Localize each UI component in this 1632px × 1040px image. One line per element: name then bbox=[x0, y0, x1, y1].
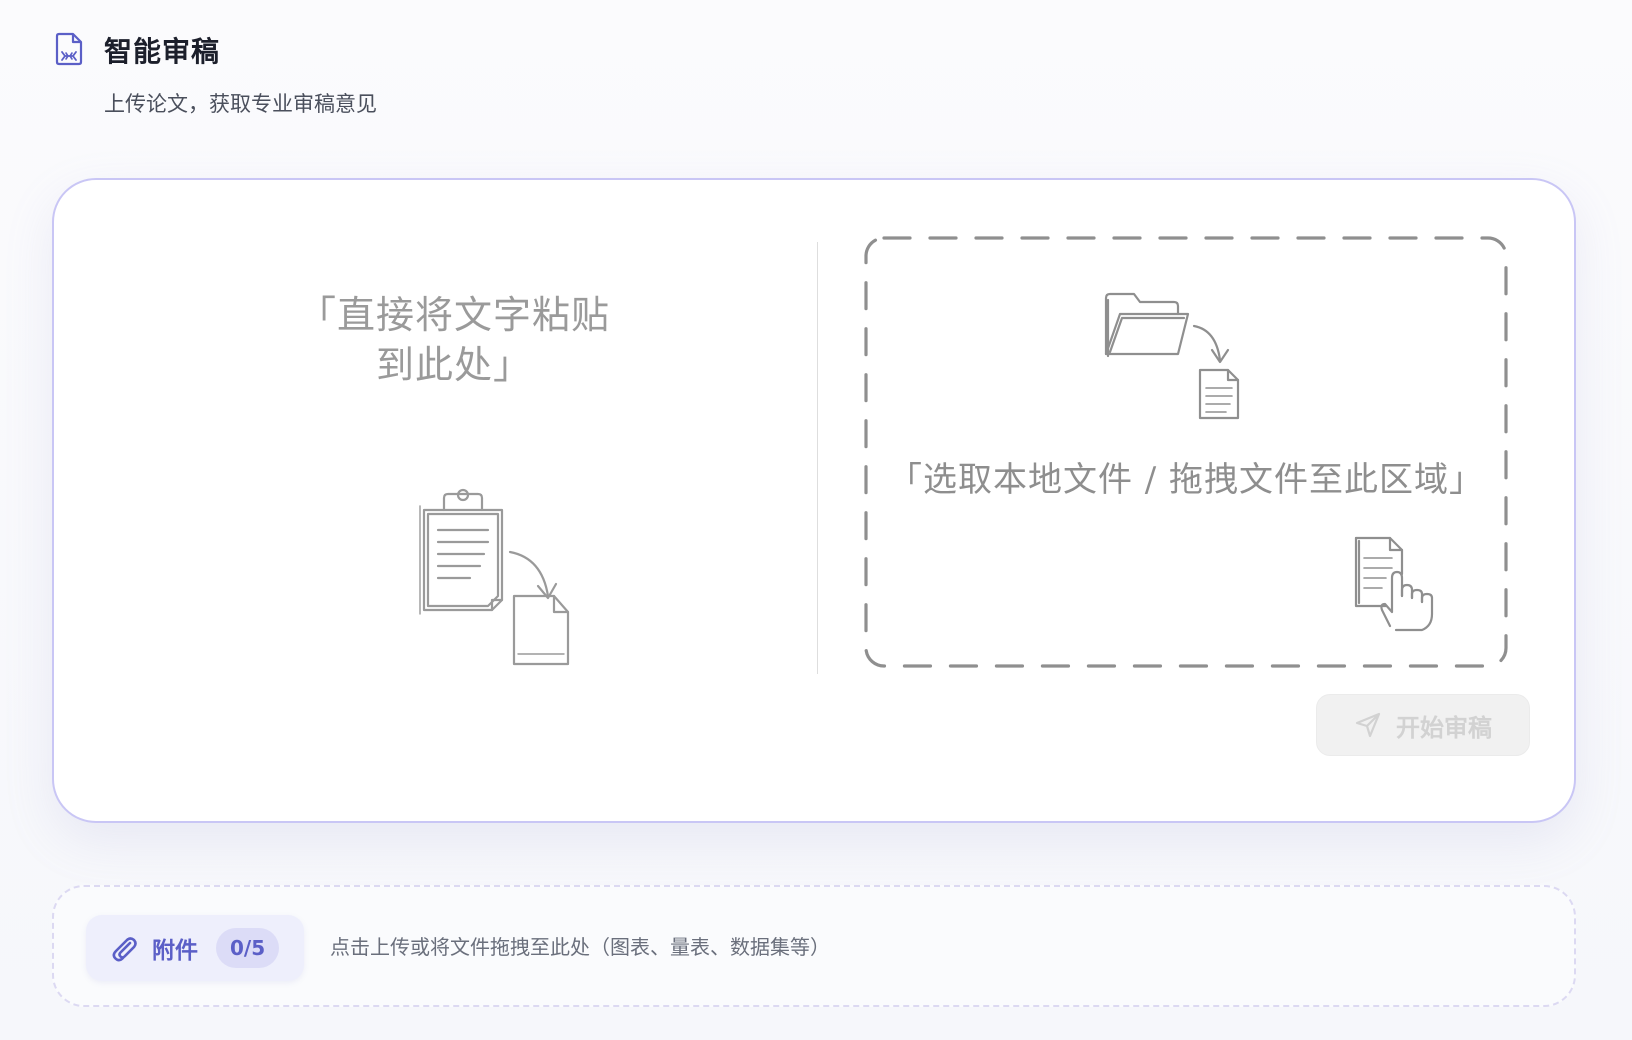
paste-prompt-line2: 到此处」 bbox=[375, 343, 532, 387]
paste-prompt: 「直接将文字粘贴 到此处」 bbox=[114, 290, 794, 390]
folder-to-file-icon bbox=[1104, 292, 1240, 420]
send-icon bbox=[1355, 712, 1381, 738]
page-title: 智能审稿 bbox=[104, 35, 221, 68]
file-click-icon bbox=[1354, 536, 1434, 632]
paperclip-icon bbox=[112, 937, 137, 962]
review-input-card: 「直接将文字粘贴 到此处」 「选取本地文件 / 拖拽文件至此区域」 开始审稿 bbox=[52, 178, 1576, 823]
start-review-button[interactable]: 开始审稿 bbox=[1316, 694, 1530, 756]
attachment-button[interactable]: 附件 0/5 bbox=[86, 915, 304, 981]
paste-prompt-line1: 「直接将文字粘贴 bbox=[297, 293, 610, 337]
attachment-count-badge: 0/5 bbox=[216, 928, 280, 968]
page-subtitle: 上传论文，获取专业审稿意见 bbox=[104, 92, 377, 116]
upload-prompt: 「选取本地文件 / 拖拽文件至此区域」 bbox=[887, 460, 1485, 500]
attachment-hint: 点击上传或将文件拖拽至此处（图表、量表、数据集等） bbox=[330, 935, 830, 959]
attachment-label: 附件 bbox=[152, 938, 198, 964]
paste-text-area[interactable]: 「直接将文字粘贴 到此处」 bbox=[114, 230, 794, 690]
file-drop-zone[interactable]: 「选取本地文件 / 拖拽文件至此区域」 bbox=[862, 234, 1510, 670]
document-icon bbox=[55, 32, 83, 66]
start-review-label: 开始审稿 bbox=[1396, 713, 1492, 742]
attachment-drop-bar[interactable]: 附件 0/5 点击上传或将文件拖拽至此处（图表、量表、数据集等） bbox=[52, 885, 1576, 1007]
clipboard-paste-icon bbox=[419, 488, 570, 666]
zone-divider bbox=[817, 242, 818, 674]
page: 智能审稿 上传论文，获取专业审稿意见 「直接将文字粘贴 到此处」 「选取本地文件… bbox=[0, 0, 1632, 1040]
